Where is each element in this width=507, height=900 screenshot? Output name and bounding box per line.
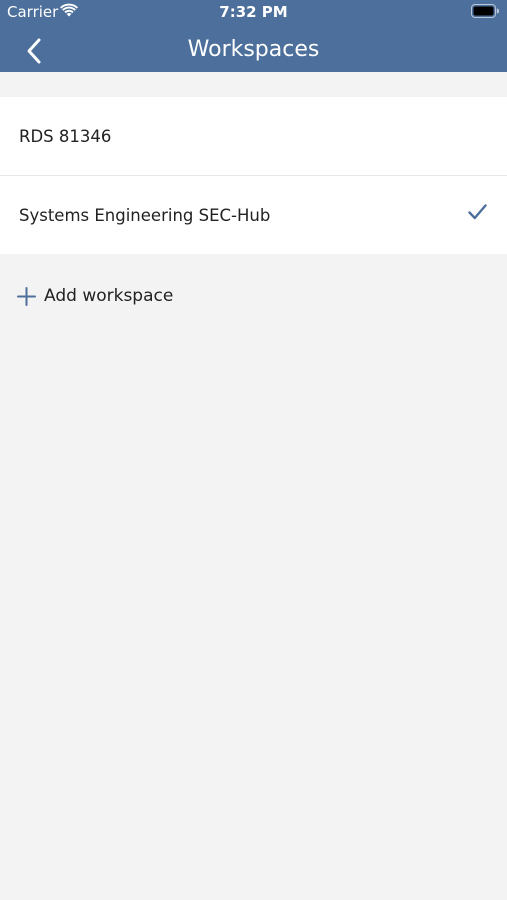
back-button[interactable] xyxy=(20,36,50,66)
plus-icon xyxy=(17,286,36,306)
workspace-name: Systems Engineering SEC-Hub xyxy=(19,205,271,225)
add-workspace-button[interactable]: Add workspace xyxy=(17,283,173,309)
clock-time: 7:32 PM xyxy=(219,3,288,21)
workspace-row-rds-81346[interactable]: RDS 81346 xyxy=(0,97,507,175)
status-bar: Carrier 7:32 PM xyxy=(0,0,507,24)
chevron-left-icon xyxy=(27,38,41,64)
workspace-name: RDS 81346 xyxy=(19,126,112,146)
page-title: Workspaces xyxy=(187,37,320,62)
navigation-header: Carrier 7:32 PM Workspaces xyxy=(0,0,507,72)
workspace-list: RDS 81346 Systems Engineering SEC-Hub xyxy=(0,97,507,254)
add-workspace-label: Add workspace xyxy=(44,286,174,306)
battery-icon xyxy=(471,4,499,18)
workspace-row-systems-engineering-sec-hub[interactable]: Systems Engineering SEC-Hub xyxy=(0,175,507,254)
checkmark-icon xyxy=(468,204,487,220)
